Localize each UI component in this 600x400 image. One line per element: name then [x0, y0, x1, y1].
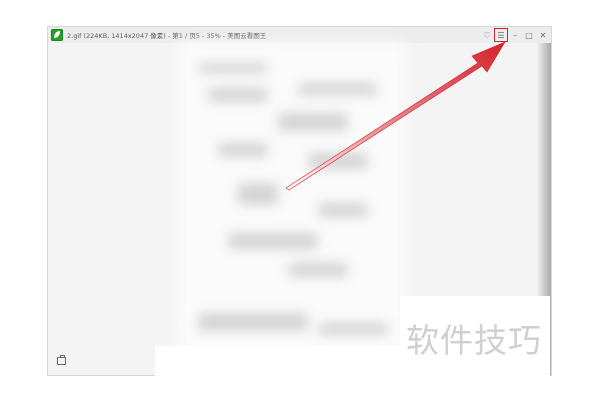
red-arrow-shape	[285, 41, 506, 191]
annotation-arrow	[285, 41, 506, 191]
